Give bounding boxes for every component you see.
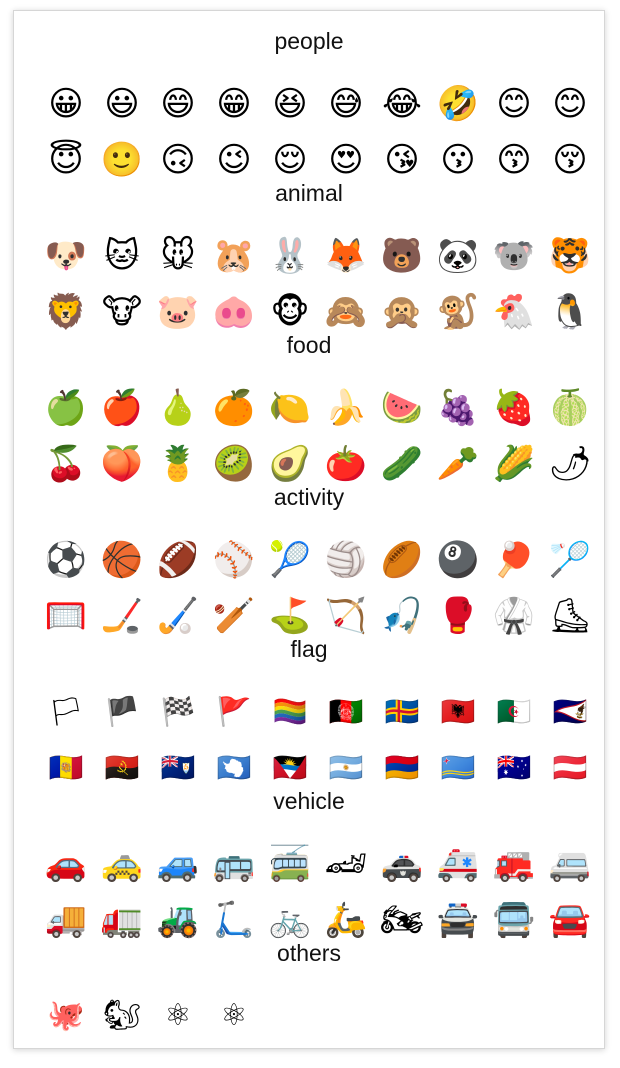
emoji-grid: 🐶 🐱 🐭 🐹 🐰 🦊 🐻 🐼 🐨 🐯 🦁 🐮 🐷 🐽 🐵 🙈 🙊 🐒 🐔 🐧 — [38, 228, 598, 340]
emoji-button[interactable]: 🚎 — [262, 836, 318, 892]
emoji-button[interactable]: 🍉 — [374, 380, 430, 436]
emoji-button[interactable]: 🚐 — [542, 836, 598, 892]
emoji-button[interactable]: 🏴 — [94, 684, 150, 740]
emoji-button[interactable]: 🍏 — [38, 380, 94, 436]
emoji-button[interactable]: 🐱 — [94, 228, 150, 284]
section-title: flag — [290, 636, 328, 662]
emoji-button[interactable]: 🏸 — [542, 532, 598, 588]
emoji-button[interactable]: 🐿 — [94, 988, 150, 1044]
emoji-button[interactable]: 😅 — [318, 76, 374, 132]
emoji-button[interactable]: 🍐 — [150, 380, 206, 436]
emoji-button[interactable]: 🍇 — [430, 380, 486, 436]
emoji-button[interactable]: 😆 — [262, 76, 318, 132]
emoji-button[interactable]: 😊 — [486, 76, 542, 132]
emoji-grid: 🚗 🚕 🚙 🚌 🚎 🏎 🚓 🚑 🚒 🚐 🚚 🚛 🚜 🛴 🚲 🛵 🏍 🚔 🚍 🚘 — [38, 836, 598, 948]
emoji-button[interactable]: 🏎 — [318, 836, 374, 892]
emoji-button[interactable]: 🏳 — [38, 684, 94, 740]
emoji-button[interactable]: 🏁 — [150, 684, 206, 740]
emoji-button[interactable]: 🤣 — [430, 76, 486, 132]
emoji-button[interactable]: 🚓 — [374, 836, 430, 892]
emoji-button[interactable]: 🏐 — [318, 532, 374, 588]
section-title: people — [274, 28, 344, 54]
emoji-button[interactable]: 🚌 — [206, 836, 262, 892]
emoji-button[interactable]: 🚗 — [38, 836, 94, 892]
emoji-button[interactable]: 😊 — [542, 76, 598, 132]
emoji-button[interactable]: 🐰 — [262, 228, 318, 284]
emoji-button[interactable]: 🍌 — [318, 380, 374, 436]
emoji-button[interactable]: 😃 — [94, 76, 150, 132]
emoji-button[interactable]: 🏳️‍🌈 — [262, 684, 318, 740]
emoji-picker-window: people 😀 😃 😄 😁 😆 😅 😂 🤣 😊 😊 😇 🙂 🙃 😉 😌 😍 😘 😗 😙 😚 animal 🐶 🐱 🐭 🐹 🐰… — [13, 10, 605, 1049]
emoji-button[interactable]: 🇦🇱 — [430, 684, 486, 740]
emoji-button[interactable]: 🏀 — [94, 532, 150, 588]
emoji-button[interactable]: 🐶 — [38, 228, 94, 284]
section-title: others — [277, 940, 341, 966]
emoji-button[interactable]: 😀 — [38, 76, 94, 132]
emoji-button[interactable]: 🎱 — [430, 532, 486, 588]
emoji-button[interactable]: 🍋 — [262, 380, 318, 436]
emoji-grid: 🐙 🐿 ⚛ ⚛ — [38, 988, 598, 1044]
emoji-button[interactable]: 🎾 — [262, 532, 318, 588]
emoji-button[interactable]: 🚙 — [150, 836, 206, 892]
section-title: food — [286, 332, 332, 358]
emoji-grid: 😀 😃 😄 😁 😆 😅 😂 🤣 😊 😊 😇 🙂 🙃 😉 😌 😍 😘 😗 😙 😚 — [38, 76, 598, 188]
emoji-button[interactable]: 🚩 — [206, 684, 262, 740]
emoji-button[interactable]: 🍊 — [206, 380, 262, 436]
emoji-button[interactable]: 🚕 — [94, 836, 150, 892]
emoji-button[interactable]: 🇦🇸 — [542, 684, 598, 740]
emoji-button[interactable]: 🦊 — [318, 228, 374, 284]
emoji-button[interactable]: 🚑 — [430, 836, 486, 892]
emoji-button[interactable]: 🐯 — [542, 228, 598, 284]
section-title: vehicle — [273, 788, 345, 814]
emoji-button[interactable]: 🏓 — [486, 532, 542, 588]
emoji-button[interactable]: 🐭 — [150, 228, 206, 284]
emoji-button[interactable]: 🚒 — [486, 836, 542, 892]
emoji-button[interactable]: 🐙 — [38, 988, 94, 1044]
emoji-button[interactable]: ⚽ — [38, 532, 94, 588]
emoji-button[interactable]: 🇦🇽 — [374, 684, 430, 740]
emoji-button[interactable]: ⚾ — [206, 532, 262, 588]
emoji-button[interactable]: 🐹 — [206, 228, 262, 284]
section-title: animal — [275, 180, 343, 206]
emoji-button[interactable]: 🍎 — [94, 380, 150, 436]
emoji-button[interactable]: 🇩🇿 — [486, 684, 542, 740]
emoji-button[interactable]: 🐻 — [374, 228, 430, 284]
emoji-button[interactable]: ⚛ — [150, 988, 206, 1044]
emoji-button[interactable]: 🇦🇫 — [318, 684, 374, 740]
section-title: activity — [273, 484, 345, 510]
emoji-button[interactable]: 🍓 — [486, 380, 542, 436]
emoji-button[interactable]: 🐼 — [430, 228, 486, 284]
emoji-grid: 🍏 🍎 🍐 🍊 🍋 🍌 🍉 🍇 🍓 🍈 🍒 🍑 🍍 🥝 🥑 🍅 🥒 🥕 🌽 🌶 — [38, 380, 598, 492]
emoji-grid: ⚽ 🏀 🏈 ⚾ 🎾 🏐 🏉 🎱 🏓 🏸 🥅 🏒 🏑 🏏 ⛳ 🏹 🎣 🥊 🥋 ⛸ — [38, 532, 598, 644]
emoji-button[interactable]: 🏈 — [150, 532, 206, 588]
emoji-grid: 🏳 🏴 🏁 🚩 🏳️‍🌈 🇦🇫 🇦🇽 🇦🇱 🇩🇿 🇦🇸 🇦🇩 🇦🇴 🇦🇮 🇦🇶 🇦🇬 🇦🇷 🇦🇲 🇦🇼 🇦🇺 🇦🇹 — [38, 684, 598, 796]
emoji-button[interactable]: ⚛ — [206, 988, 262, 1044]
emoji-button[interactable]: 🍈 — [542, 380, 598, 436]
emoji-button[interactable]: 🏉 — [374, 532, 430, 588]
emoji-button[interactable]: 😄 — [150, 76, 206, 132]
emoji-button[interactable]: 😂 — [374, 76, 430, 132]
emoji-button[interactable]: 😁 — [206, 76, 262, 132]
emoji-button[interactable]: 🐨 — [486, 228, 542, 284]
